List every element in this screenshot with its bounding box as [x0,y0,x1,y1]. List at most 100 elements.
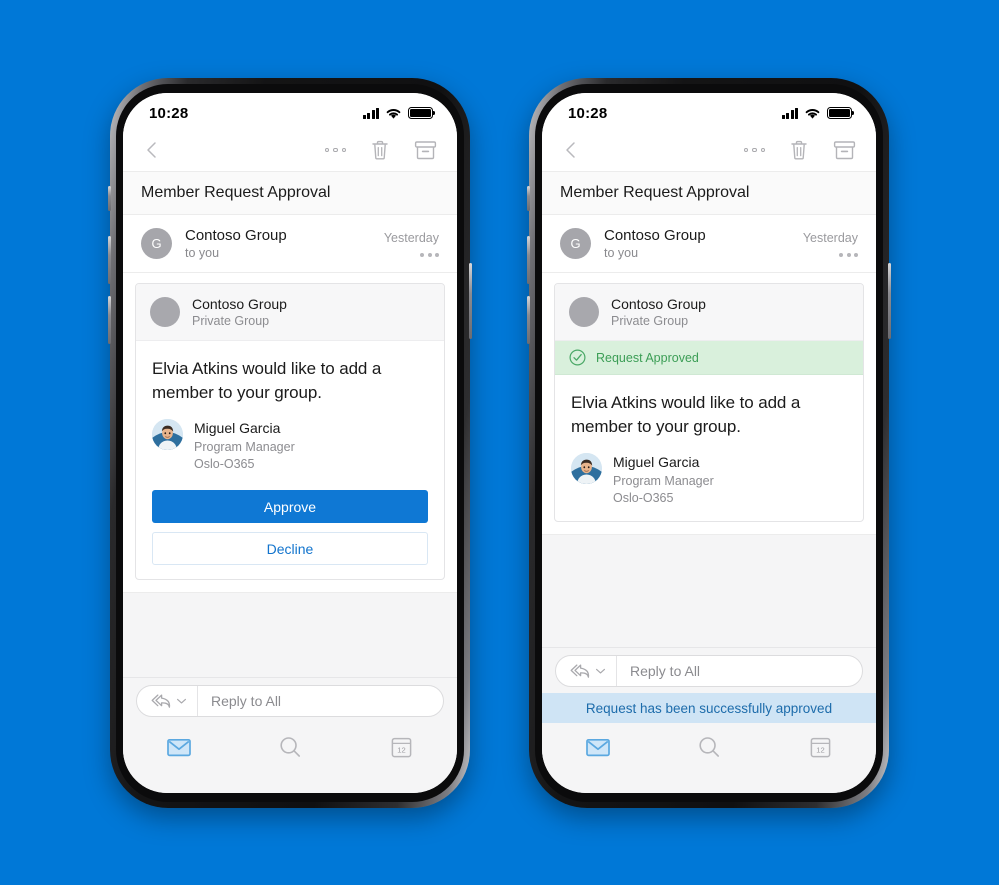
reply-input-container[interactable]: Reply to All [555,654,863,687]
person-text: Miguel Garcia Program Manager Oslo-O365 [613,453,714,507]
top-toolbar [123,129,457,171]
tab-search[interactable] [653,735,764,759]
tab-bar: 12 [542,723,876,771]
card-group-type: Private Group [192,314,270,329]
reply-all-button[interactable] [137,685,198,716]
search-icon [699,737,719,757]
calendar-icon: 12 [810,737,831,757]
tab-search[interactable] [234,735,345,759]
requested-person: Miguel Garcia Program Manager Oslo-O365 [571,453,847,507]
body-filler [542,534,876,647]
delete-button[interactable] [370,139,390,161]
tab-mail[interactable] [542,738,653,757]
sender-row[interactable]: G Contoso Group to you Yesterday [542,215,876,273]
back-button[interactable] [560,139,582,161]
calendar-day-label: 12 [816,745,824,754]
search-icon [280,737,300,757]
sender-more-button[interactable] [803,253,858,258]
volume-down-button[interactable] [108,296,111,344]
sender-meta: Yesterday [803,230,858,258]
sender-name: Contoso Group [604,226,706,244]
actionable-card-wrapper: Contoso Group Private Group Elvia Atkins… [123,273,457,593]
sender-meta: Yesterday [384,230,439,258]
status-icons [362,107,436,120]
message-body: Contoso Group Private Group Request Appr… [542,273,876,647]
message-body: Contoso Group Private Group Elvia Atkins… [123,273,457,677]
power-button[interactable] [888,263,891,339]
top-toolbar [542,129,876,171]
wifi-icon [386,108,401,119]
status-bar: 10:28 [542,93,876,129]
volume-down-button[interactable] [527,296,530,344]
card-title: Elvia Atkins would like to add a member … [571,393,801,436]
volume-up-button[interactable] [527,236,530,284]
home-indicator-area [542,771,876,793]
battery-full-icon [827,107,855,119]
group-avatar [150,297,180,328]
toast-message: Request has been successfully approved [542,693,876,723]
tab-mail[interactable] [123,738,234,757]
reply-all-button[interactable] [556,655,617,686]
status-clock: 10:28 [568,104,608,122]
avatar: G [141,228,172,259]
tab-bar: 12 [123,723,457,771]
phone-right: 10:28 Member Request Approval G Contoso … [527,78,891,808]
reply-input-placeholder[interactable]: Reply to All [617,663,700,679]
page-title: Member Request Approval [123,171,457,215]
more-options-button[interactable] [743,147,765,153]
tab-calendar[interactable]: 12 [765,736,876,759]
tab-calendar[interactable]: 12 [346,736,457,759]
mail-icon [585,738,610,756]
phone-bezel: 10:28 Member Request Approval G Contoso … [116,84,464,802]
phone-left: 10:28 Member Request Approval G Contoso … [108,78,472,808]
power-button[interactable] [469,263,472,339]
mute-switch[interactable] [108,186,111,211]
reply-all-icon [151,694,171,708]
status-badge: Request Approved [555,341,863,376]
card-body: Elvia Atkins would like to add a member … [136,341,444,579]
person-role: Program Manager [194,439,295,454]
calendar-icon: 12 [391,737,412,757]
page-title: Member Request Approval [542,171,876,215]
volume-up-button[interactable] [108,236,111,284]
archive-button[interactable] [414,139,437,161]
trash-icon [372,140,388,160]
reply-all-icon [570,664,590,678]
reply-input-container[interactable]: Reply to All [136,684,444,717]
card-header: Contoso Group Private Group [555,284,863,342]
archive-button[interactable] [833,139,856,161]
actionable-message-card: Contoso Group Private Group Elvia Atkins… [135,283,445,581]
reply-input-placeholder[interactable]: Reply to All [198,693,281,709]
person-name: Miguel Garcia [613,454,700,471]
cellular-signal-icon [362,107,379,119]
phone-screen: 10:28 Member Request Approval G Contoso … [542,93,876,793]
sender-recipient: to you [185,246,220,261]
more-options-button[interactable] [324,147,346,153]
group-avatar [569,297,599,328]
calendar-day-label: 12 [397,745,405,754]
approve-button[interactable]: Approve [152,490,428,524]
avatar: G [560,228,591,259]
chevron-left-icon [147,142,156,158]
delete-button[interactable] [789,139,809,161]
sender-text: Contoso Group to you [185,226,384,261]
reply-bar: Reply to All [123,677,457,723]
sender-more-button[interactable] [384,253,439,258]
status-badge-label: Request Approved [596,350,699,365]
decline-button[interactable]: Decline [152,532,428,566]
phone-screen: 10:28 Member Request Approval G Contoso … [123,93,457,793]
chevron-down-icon [596,668,605,673]
archive-icon [414,141,437,160]
archive-icon [833,141,856,160]
sender-row[interactable]: G Contoso Group to you Yesterday [123,215,457,273]
screenshot-stage: 10:28 Member Request Approval G Contoso … [0,0,999,885]
person-photo-avatar-image [571,453,602,485]
card-group-name: Contoso Group [611,296,706,312]
person-photo-avatar-image [152,419,183,451]
card-actions: Approve Decline [152,490,428,566]
actionable-message-card: Contoso Group Private Group Request Appr… [554,283,864,523]
back-button[interactable] [141,139,163,161]
phone-bezel: 10:28 Member Request Approval G Contoso … [535,84,883,802]
mute-switch[interactable] [527,186,530,211]
card-title: Elvia Atkins would like to add a member … [152,359,382,402]
